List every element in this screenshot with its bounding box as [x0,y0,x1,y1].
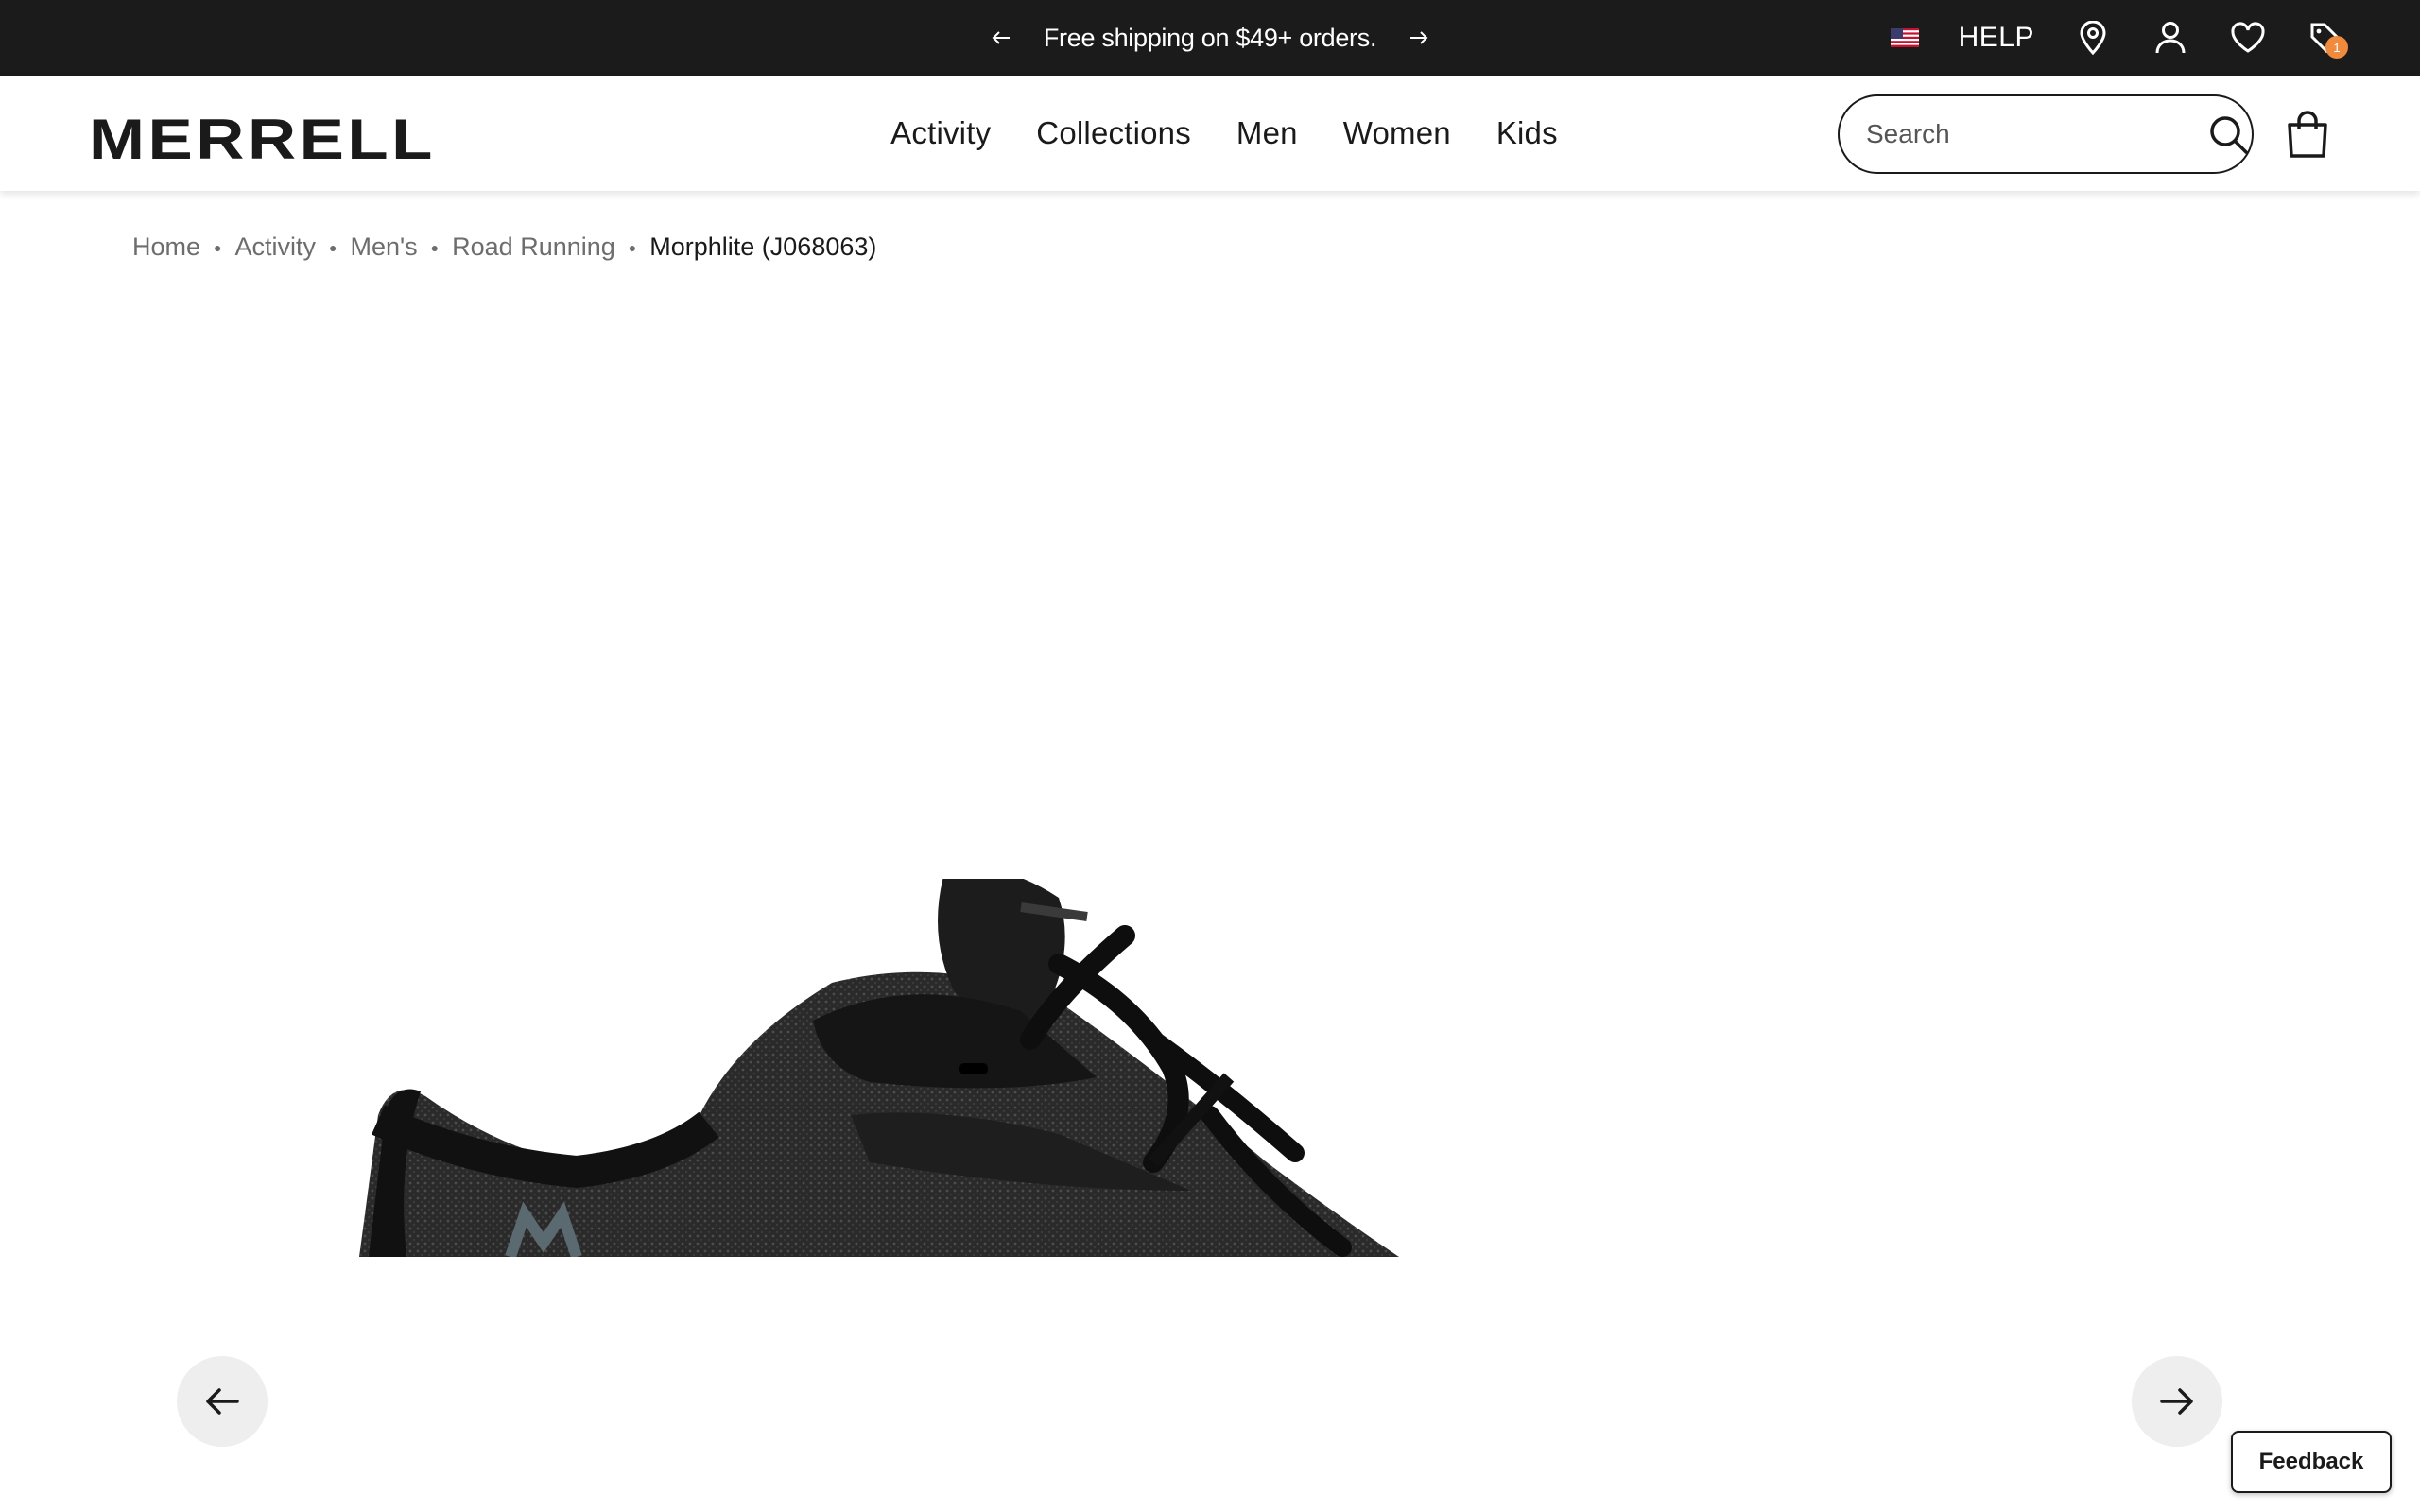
product-shoe-image [359,879,1399,1257]
arrow-left-icon [206,1388,239,1415]
breadcrumb-current-product: Morphlite (J068063) [649,232,877,261]
breadcrumb-home[interactable]: Home [132,232,200,262]
gallery-prev-button[interactable] [177,1356,268,1447]
main-header: MERRELL Activity Collections Men Women K… [0,76,2420,191]
search-box [1838,94,2254,174]
nav-activity[interactable]: Activity [890,115,991,151]
promo-bar: Free shipping on $49+ orders. HELP 1 [0,0,2420,76]
breadcrumb-separator: ● [329,239,337,255]
help-link[interactable]: HELP [1959,22,2034,54]
search-icon[interactable] [2207,113,2249,155]
breadcrumb-separator: ● [628,239,637,255]
breadcrumb-mens[interactable]: Men's [350,232,417,262]
promo-next-icon[interactable] [1405,24,1433,52]
search-input[interactable] [1866,119,2207,149]
breadcrumb-road-running[interactable]: Road Running [452,232,615,262]
nav-men[interactable]: Men [1236,115,1298,151]
account-icon[interactable] [2152,19,2189,57]
shopping-bag-icon[interactable] [2284,110,2331,159]
utility-nav: HELP 1 [1890,0,2348,76]
wishlist-heart-icon[interactable] [2229,19,2267,57]
arrow-right-icon [2160,1388,2193,1415]
us-flag-icon[interactable] [1890,28,1919,47]
breadcrumb-activity[interactable]: Activity [235,232,317,262]
nav-collections[interactable]: Collections [1036,115,1191,151]
location-pin-icon[interactable] [2074,19,2112,57]
breadcrumb-separator: ● [430,239,440,255]
promo-message[interactable]: Free shipping on $49+ orders. [1044,24,1377,53]
nav-kids[interactable]: Kids [1496,115,1558,151]
breadcrumb: Home ● Activity ● Men's ● Road Running ●… [132,232,876,262]
promo-prev-icon[interactable] [987,24,1015,52]
nav-women[interactable]: Women [1343,115,1451,151]
gallery-next-button[interactable] [2132,1356,2222,1447]
tag-icon[interactable]: 1 [2307,19,2348,59]
feedback-button[interactable]: Feedback [2231,1431,2392,1493]
breadcrumb-separator: ● [214,239,222,255]
tag-count-badge: 1 [2325,36,2348,59]
